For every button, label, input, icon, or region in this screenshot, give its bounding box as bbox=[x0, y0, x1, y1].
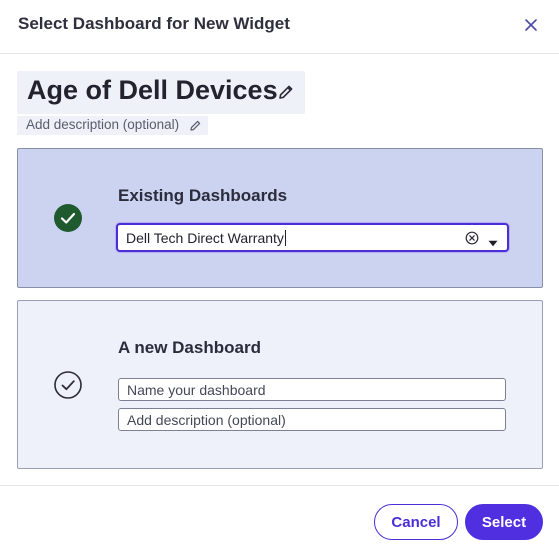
dialog-title: Select Dashboard for New Widget bbox=[18, 14, 290, 33]
select-dashboard-dialog: Select Dashboard for New Widget Age of D… bbox=[0, 0, 559, 547]
close-icon[interactable] bbox=[520, 14, 542, 36]
dashboard-name-input[interactable] bbox=[118, 378, 506, 401]
existing-dashboards-title: Existing Dashboards bbox=[118, 186, 288, 205]
existing-dashboard-select-value: Dell Tech Direct Warranty bbox=[126, 230, 286, 246]
pencil-icon[interactable] bbox=[277, 83, 295, 101]
caret-down-icon[interactable] bbox=[488, 234, 498, 247]
widget-name-field[interactable]: Age of Dell Devices bbox=[17, 71, 305, 114]
dialog-header: Select Dashboard for New Widget bbox=[0, 0, 559, 54]
check-circle-outline-icon[interactable] bbox=[53, 370, 83, 400]
widget-name: Age of Dell Devices bbox=[27, 75, 278, 105]
dialog-footer: Cancel Select bbox=[0, 485, 559, 547]
select-button[interactable]: Select bbox=[465, 504, 543, 540]
clear-circle-icon[interactable] bbox=[465, 231, 479, 245]
check-circle-filled-icon[interactable] bbox=[53, 203, 83, 233]
existing-dashboard-select[interactable]: Dell Tech Direct Warranty bbox=[116, 223, 509, 252]
existing-dashboards-option[interactable]: Existing Dashboards Dell Tech Direct War… bbox=[17, 148, 543, 288]
new-dashboard-option[interactable]: A new Dashboard bbox=[17, 300, 543, 469]
widget-description-placeholder: Add description (optional) bbox=[26, 117, 180, 132]
new-dashboard-title: A new Dashboard bbox=[118, 338, 261, 357]
widget-description-field[interactable]: Add description (optional) bbox=[17, 116, 208, 135]
dashboard-description-input[interactable] bbox=[118, 408, 506, 431]
cancel-button[interactable]: Cancel bbox=[374, 504, 458, 540]
pencil-icon[interactable] bbox=[189, 119, 202, 132]
